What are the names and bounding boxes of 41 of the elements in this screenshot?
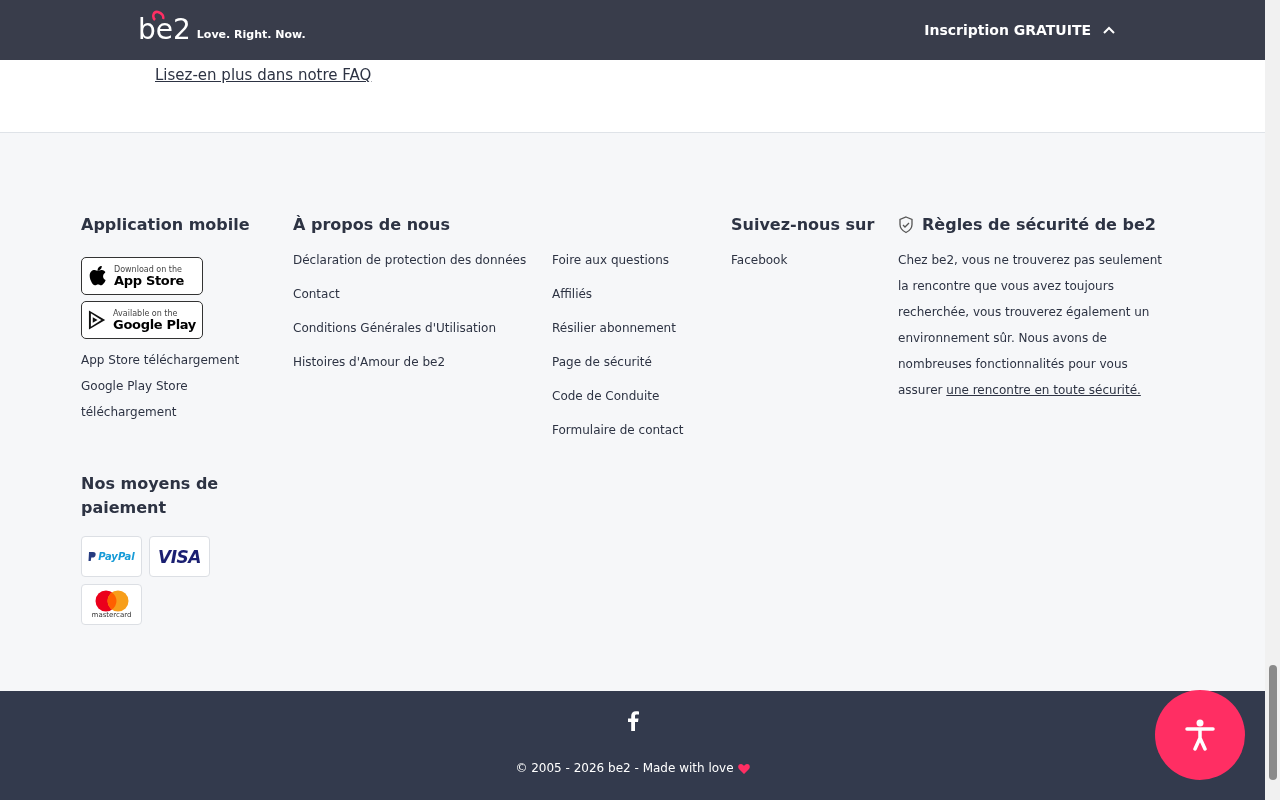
footer-link[interactable]: Formulaire de contact [552, 417, 684, 443]
paypal-p-icon [88, 551, 97, 562]
footer-link[interactable]: Histoires d'Amour de be2 [293, 349, 552, 375]
download-link[interactable]: Google Play Store téléchargement [81, 373, 271, 425]
app-store-badge[interactable]: Download on the App Store [81, 257, 203, 295]
badge-caption: Available on the [113, 309, 179, 318]
footer-link[interactable]: Foire aux questions [552, 247, 684, 273]
download-link[interactable]: App Store téléchargement [81, 347, 271, 373]
facebook-icon[interactable] [626, 711, 639, 731]
footer-link[interactable]: Conditions Générales d'Utilisation [293, 315, 552, 341]
footer-link[interactable]: Déclaration de protection des données [293, 247, 552, 273]
section-heading: Nos moyens de paiement [81, 473, 220, 519]
footer-link[interactable]: Facebook [731, 247, 898, 273]
badge-store-name: App Store [114, 273, 184, 287]
footer-link[interactable]: Page de sécurité [552, 349, 684, 375]
section-heading: Application mobile [81, 214, 251, 236]
person-icon [1185, 719, 1215, 751]
chevron-up-icon [1103, 26, 1115, 34]
mastercard-circles-icon [93, 590, 130, 612]
signup-button[interactable]: Inscription GRATUITE [924, 19, 1115, 41]
section-heading: Suivez-nous sur [731, 214, 876, 236]
google-play-badge[interactable]: Available on the Google Play [81, 301, 203, 339]
footer-link[interactable]: Contact [293, 281, 552, 307]
section-heading: À propos de nous [293, 214, 451, 236]
footer-link[interactable]: Code de Conduite [552, 383, 684, 409]
logo: be2 [138, 16, 191, 44]
badge-store-name: Google Play [113, 317, 196, 331]
visa-logo: VISA [157, 545, 202, 569]
footer-link[interactable]: Affiliés [552, 281, 684, 307]
copyright-text: © 2005 - 2026 be2 - Made with love [515, 760, 734, 777]
section-heading: Règles de sécurité de be2 [922, 214, 1156, 236]
shield-check-icon [898, 216, 914, 234]
apple-icon [88, 265, 108, 287]
badge-caption: Download on the [114, 265, 183, 274]
safety-paragraph: Chez be2, vous ne trouverez pas seulement la rencontre que vous avez toujours recherchée, vous trouverez également un environnement sûr. Nous avons de nombreuses fonctionnalités pour vous assurer une rencontre en toute sécurité. [898, 252, 1163, 399]
paypal-logo: PayPal [98, 549, 135, 564]
faq-link[interactable]: Lisez-en plus dans notre FAQ [155, 64, 372, 87]
safety-link[interactable]: une rencontre en toute sécurité. [946, 383, 1141, 397]
footer-link[interactable]: Résilier abonnement [552, 315, 684, 341]
tagline: Love. Right. Now. [196, 26, 306, 43]
scrollbar-thumb[interactable] [1268, 665, 1277, 780]
